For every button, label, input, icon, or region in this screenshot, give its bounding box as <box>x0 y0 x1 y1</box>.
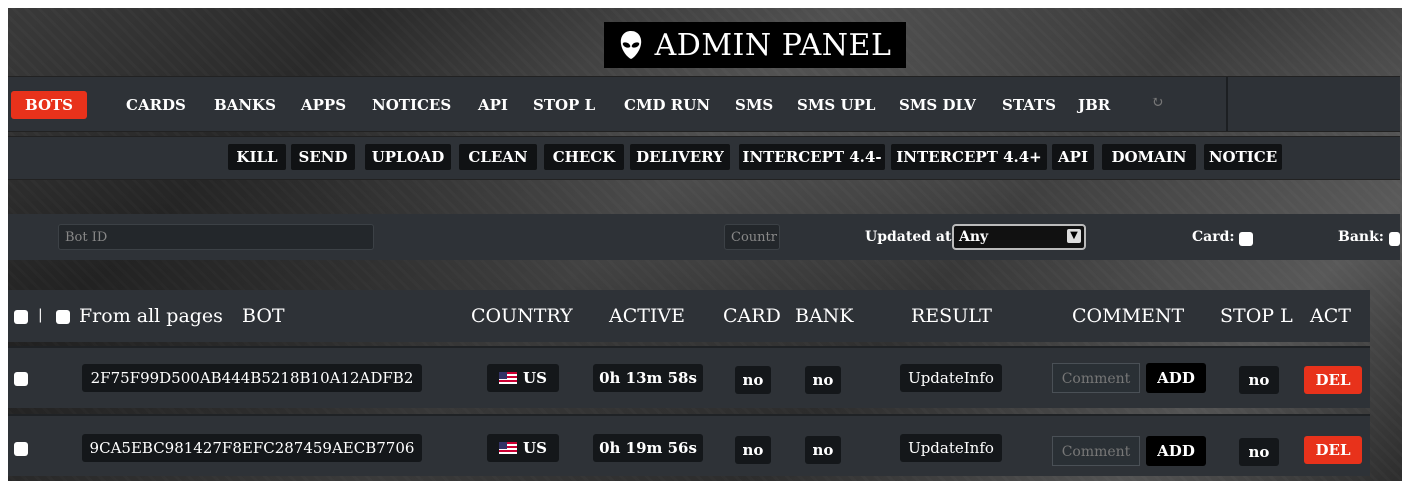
bot-id-cell[interactable]: 2F75F99D500AB444B5218B10A12ADFB2 <box>82 364 422 392</box>
nav-item-api[interactable]: API <box>478 91 508 119</box>
left-border <box>0 0 8 481</box>
send-button[interactable]: SEND <box>291 144 355 170</box>
country-cell: US <box>487 434 559 462</box>
active-time-cell: 0h 19m 56s <box>593 434 703 462</box>
domain-button[interactable]: DOMAIN <box>1102 144 1196 170</box>
refresh-icon[interactable]: ↻ <box>1151 95 1165 110</box>
nav-divider <box>1226 77 1228 131</box>
result-cell[interactable]: UpdateInfo <box>900 434 1002 462</box>
result-cell[interactable]: UpdateInfo <box>900 364 1002 392</box>
updated-at-value: Any <box>959 229 989 245</box>
country-cell: US <box>487 364 559 392</box>
nav-item-stats[interactable]: STATS <box>1002 91 1056 119</box>
column-header-active[interactable]: ACTIVE <box>609 305 685 327</box>
updated-at-select[interactable]: Any ▼ <box>952 224 1086 250</box>
stop-l-cell: no <box>1239 366 1279 394</box>
updated-at-label: Updated at: <box>865 229 957 245</box>
active-time-cell: 0h 13m 58s <box>593 364 703 392</box>
bank-cell: no <box>805 366 841 394</box>
nav-item-stop-l[interactable]: STOP L <box>533 91 595 119</box>
us-flag-icon <box>499 372 518 384</box>
clean-button[interactable]: CLEAN <box>459 144 537 170</box>
nav-item-sms[interactable]: SMS <box>735 91 773 119</box>
delivery-button[interactable]: DELIVERY <box>630 144 730 170</box>
delete-button[interactable]: DEL <box>1304 366 1362 394</box>
table-row: 2F75F99D500AB444B5218B10A12ADFB2 US 0h 1… <box>8 346 1370 408</box>
action-toolbar: KILL SEND UPLOAD CLEAN CHECK DELIVERY IN… <box>8 136 1400 180</box>
bot-id-input[interactable]: Bot ID <box>58 224 374 250</box>
nav-item-cmd-run[interactable]: CMD RUN <box>624 91 710 119</box>
add-comment-button[interactable]: ADD <box>1146 436 1206 466</box>
intercept-44-minus-button[interactable]: INTERCEPT 4.4- <box>739 144 885 170</box>
top-border <box>0 0 1402 8</box>
alien-head-icon <box>620 31 641 59</box>
from-all-pages-checkbox[interactable] <box>56 310 70 324</box>
chevron-down-icon: ▼ <box>1067 229 1081 243</box>
nav-item-banks[interactable]: BANKS <box>214 91 276 119</box>
from-all-pages-label: From all pages <box>79 305 223 327</box>
column-header-comment[interactable]: COMMENT <box>1072 305 1184 327</box>
column-header-bank[interactable]: BANK <box>795 305 854 327</box>
nav-item-jbr[interactable]: JBR <box>1078 91 1110 119</box>
column-header-bot[interactable]: BOT <box>242 305 285 327</box>
comment-input[interactable]: Comment <box>1052 436 1140 466</box>
card-filter-label: Card: <box>1192 229 1235 245</box>
page-title: ADMIN PANEL <box>604 22 906 68</box>
card-cell: no <box>735 436 771 464</box>
bank-filter-checkbox[interactable] <box>1389 232 1400 246</box>
comment-input[interactable]: Comment <box>1052 363 1140 393</box>
kill-button[interactable]: KILL <box>228 144 286 170</box>
upload-button[interactable]: UPLOAD <box>365 144 451 170</box>
column-header-act[interactable]: ACT <box>1310 305 1351 327</box>
notice-button[interactable]: NOTICE <box>1204 144 1282 170</box>
table-row: 9CA5EBC981427F8EFC287459AECB7706 US 0h 1… <box>8 414 1370 476</box>
delete-button[interactable]: DEL <box>1304 436 1362 464</box>
country-code: US <box>523 439 547 457</box>
country-input[interactable]: Countr <box>724 224 780 250</box>
nav-item-cards[interactable]: CARDS <box>126 91 186 119</box>
main-nav: BOTS CARDS BANKS APPS NOTICES API STOP L… <box>8 76 1400 132</box>
column-header-stop-l[interactable]: STOP L <box>1220 305 1293 327</box>
nav-item-bots[interactable]: BOTS <box>11 91 87 119</box>
intercept-44-plus-button[interactable]: INTERCEPT 4.4+ <box>891 144 1047 170</box>
check-button[interactable]: CHECK <box>544 144 624 170</box>
add-comment-button[interactable]: ADD <box>1146 363 1206 393</box>
header-separator: | <box>38 307 43 323</box>
row-checkbox[interactable] <box>14 442 28 456</box>
nav-item-sms-upl[interactable]: SMS UPL <box>797 91 875 119</box>
nav-item-sms-dlv[interactable]: SMS DLV <box>899 91 976 119</box>
bank-filter-label: Bank: <box>1338 229 1384 245</box>
column-header-card[interactable]: CARD <box>723 305 781 327</box>
page-title-text: ADMIN PANEL <box>654 27 892 63</box>
filter-bar: Bot ID Countr Updated at: Any ▼ Card: Ba… <box>8 214 1400 260</box>
column-header-country[interactable]: COUNTRY <box>471 305 573 327</box>
stop-l-cell: no <box>1239 438 1279 466</box>
nav-item-apps[interactable]: APPS <box>301 91 346 119</box>
country-code: US <box>523 369 547 387</box>
column-header-result[interactable]: RESULT <box>911 305 992 327</box>
bank-cell: no <box>805 436 841 464</box>
api-button[interactable]: API <box>1052 144 1094 170</box>
table-header: | From all pages BOT COUNTRY ACTIVE CARD… <box>8 290 1370 342</box>
card-cell: no <box>735 366 771 394</box>
select-all-checkbox[interactable] <box>14 310 28 324</box>
bot-id-cell[interactable]: 9CA5EBC981427F8EFC287459AECB7706 <box>82 434 422 462</box>
card-filter-checkbox[interactable] <box>1239 232 1253 246</box>
nav-item-notices[interactable]: NOTICES <box>372 91 451 119</box>
row-checkbox[interactable] <box>14 372 28 386</box>
us-flag-icon <box>499 442 518 454</box>
